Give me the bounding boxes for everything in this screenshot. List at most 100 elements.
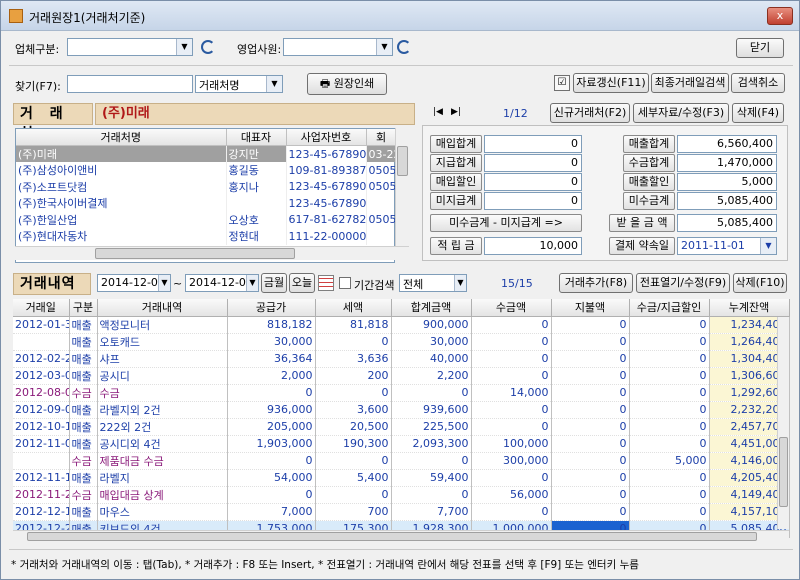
transaction-column-header[interactable]: 합계금액: [391, 299, 472, 317]
refresh-icon[interactable]: [397, 40, 411, 54]
vendor-column-header[interactable]: 회: [366, 129, 397, 146]
period-search-checkbox[interactable]: [339, 277, 351, 289]
transaction-row[interactable]: 수금 제품대금 수금 0 0 0 300,000 0 5,000 4,146,000: [13, 452, 790, 470]
vendor-cell: (주)한일산업: [16, 211, 227, 228]
scroll-thumb[interactable]: [27, 532, 757, 541]
date-to-picker[interactable]: 2014-12-07 ▼: [185, 274, 259, 292]
buy-total-label: 매입합계: [430, 135, 482, 153]
transaction-cell: 0: [391, 452, 472, 470]
transaction-cell: 2012-03-01: [13, 367, 70, 385]
vendor-vertical-scrollbar[interactable]: [395, 128, 409, 246]
transaction-cell: 매출: [69, 316, 98, 334]
transaction-column-header[interactable]: 거래내역: [97, 299, 228, 317]
scroll-thumb[interactable]: [95, 248, 295, 259]
receivable-field: 5,085,400: [677, 214, 777, 232]
transaction-column-header[interactable]: 누계잔액: [709, 299, 790, 317]
close-button[interactable]: 닫기: [736, 38, 784, 58]
vendor-cell: (주)현대자동차: [16, 228, 227, 245]
transaction-cell: 공시디: [97, 367, 228, 385]
vendor-detail-edit-button[interactable]: 세부자료/수정(F3): [633, 103, 729, 123]
transaction-row[interactable]: 2012-11-09매출공시디외 4건1,903,000190,3002,093…: [13, 435, 790, 453]
transaction-vertical-scrollbar[interactable]: [777, 317, 789, 529]
open-voucher-button[interactable]: 전표열기/수정(F9): [636, 273, 730, 293]
transaction-row[interactable]: 매출 오토캐드 30,000 0 30,000 0 0 0 1,264,400: [13, 333, 790, 351]
transaction-column-header[interactable]: 지불액: [551, 299, 630, 317]
transaction-column-header[interactable]: 수금/지급할인: [629, 299, 710, 317]
cancel-search-button[interactable]: 검색취소: [731, 73, 785, 93]
transaction-row[interactable]: 2012-12-10매출마우스7,0007007,7000004,157,100: [13, 503, 790, 521]
transaction-column-header[interactable]: 수금액: [471, 299, 552, 317]
footer-help-text: * 거래처와 거래내역의 이동 : 탭(Tab), * 거래추가 : F8 또는…: [11, 559, 639, 571]
last-trade-search-button[interactable]: 최종거래일검색: [651, 73, 729, 93]
transaction-cell: 20,500: [315, 418, 392, 436]
transaction-row[interactable]: 2012-03-01매출공시디2,0002002,2000001,306,600: [13, 367, 790, 385]
window-close-button[interactable]: x: [767, 7, 793, 25]
vendor-column-header[interactable]: 대표자: [226, 129, 287, 146]
vendor-column-header[interactable]: 거래처명: [16, 129, 227, 146]
transaction-column-header[interactable]: 공급가: [227, 299, 316, 317]
transaction-cell: 30,000: [227, 333, 316, 351]
vendor-row[interactable]: (주)소프트닷컴홍지나123-45-678900505-: [16, 178, 397, 195]
vendor-row[interactable]: (주)한일산업오상호617-81-627820505-: [16, 211, 397, 228]
transaction-row[interactable]: 2012-10-14매출222외 2건205,00020,500225,5000…: [13, 418, 790, 436]
print-ledger-button[interactable]: 🖶 원장인쇄: [307, 73, 387, 95]
transaction-cell: 0: [629, 469, 710, 487]
vendor-row[interactable]: (주)미래강지만123-45-6789003-22: [16, 145, 397, 162]
scroll-thumb[interactable]: [397, 146, 408, 176]
sales-total-field: 6,560,400: [677, 135, 777, 153]
vendor-cell: 강지만: [226, 145, 287, 162]
unpaid-field: 0: [484, 192, 582, 210]
transaction-row[interactable]: 2012-11-24수금매입대금 상계00056,000004,149,400: [13, 486, 790, 504]
add-transaction-button[interactable]: 거래추가(F8): [559, 273, 633, 293]
vendor-cell: 03-22: [366, 145, 397, 162]
transaction-row[interactable]: 2012-08-07수금수금00014,000001,292,600: [13, 384, 790, 402]
date-from-picker[interactable]: 2014-12-07 ▼: [97, 274, 171, 292]
transaction-cell: 0: [551, 333, 630, 351]
transaction-row[interactable]: 2012-02-29매출샤프36,3643,63640,0000001,304,…: [13, 350, 790, 368]
vendor-cell: (주)한국사이버결제: [16, 195, 227, 212]
delete-transaction-button[interactable]: 삭제(F10): [733, 273, 787, 293]
first-record-icon[interactable]: |◀: [433, 107, 443, 117]
chevron-down-icon: ▼: [454, 275, 466, 291]
calendar-icon[interactable]: [318, 275, 334, 291]
vendor-cell: 홍지나: [226, 178, 287, 195]
transaction-row[interactable]: 2012-11-14매출라벨지54,0005,40059,4000004,205…: [13, 469, 790, 487]
this-month-button[interactable]: 금월: [261, 273, 287, 293]
transaction-cell: 라벨지: [97, 469, 228, 487]
vendor-cell: 홍길동: [226, 162, 287, 179]
transaction-cell: 190,300: [315, 435, 392, 453]
sales-discount-field: 5,000: [677, 173, 777, 191]
transaction-cell: 2012-10-14: [13, 418, 70, 436]
transaction-cell: 7,000: [227, 503, 316, 521]
transaction-cell: 0: [629, 316, 710, 334]
last-record-icon[interactable]: ▶|: [451, 107, 461, 117]
search-input[interactable]: [67, 75, 193, 93]
vendor-row[interactable]: (주)한국사이버결제 123-45-67890: [16, 195, 397, 212]
transaction-row[interactable]: 2012-09-03매출라벨지외 2건936,0003,600939,60000…: [13, 401, 790, 419]
company-type-select[interactable]: ▼: [67, 38, 193, 56]
refresh-icon[interactable]: [201, 40, 215, 54]
vendor-horizontal-scrollbar[interactable]: [15, 246, 409, 260]
sales-rep-select[interactable]: ▼: [283, 38, 393, 56]
type-filter-select[interactable]: 전체 ▼: [399, 274, 467, 292]
transaction-cell: 2,000: [227, 367, 316, 385]
checklist-icon[interactable]: ☑: [554, 75, 570, 91]
vendor-column-header[interactable]: 사업자번호: [286, 129, 367, 146]
transaction-row[interactable]: 2012-01-31매출액정모니터818,18281,818900,000000…: [13, 316, 790, 334]
transaction-column-header[interactable]: 구분: [69, 299, 98, 317]
new-vendor-button[interactable]: 신규거래처(F2): [550, 103, 630, 123]
transaction-column-header[interactable]: 거래일: [13, 299, 70, 317]
vendor-cell: 정현대: [226, 228, 287, 245]
vendor-row[interactable]: (주)현대자동차 정현대 111-22-00000: [16, 228, 397, 245]
history-section-title: 거래내역: [13, 273, 91, 295]
search-field-select[interactable]: 거래처명 ▼: [195, 75, 283, 93]
transaction-cell: 0: [227, 486, 316, 504]
refresh-data-button[interactable]: 자료갱신(F11): [573, 73, 649, 93]
transaction-column-header[interactable]: 세액: [315, 299, 392, 317]
vendor-row[interactable]: (주)삼성아이앤비홍길동109-81-893870505-: [16, 162, 397, 179]
transaction-horizontal-scrollbar[interactable]: [13, 530, 789, 542]
scroll-thumb[interactable]: [779, 437, 788, 507]
vendor-delete-button[interactable]: 삭제(F4): [732, 103, 784, 123]
today-button[interactable]: 오늘: [289, 273, 315, 293]
settle-date-select[interactable]: 2011-11-01 ▼: [677, 237, 777, 255]
